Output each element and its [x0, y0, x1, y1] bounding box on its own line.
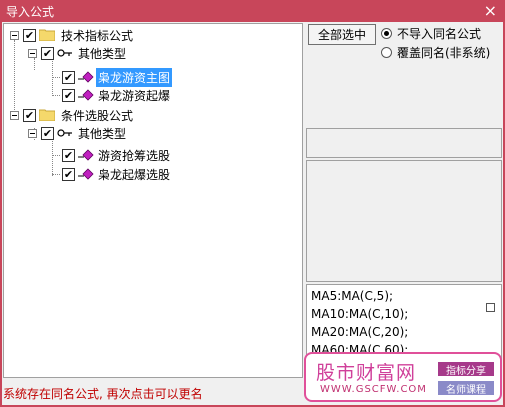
- formula-gem-icon: [78, 168, 94, 180]
- option-overwrite[interactable]: 覆盖同名(非系统): [381, 44, 490, 60]
- formula-gem-icon: [78, 89, 94, 101]
- select-all-button[interactable]: 全部选中: [308, 24, 376, 45]
- radio-button[interactable]: [381, 46, 392, 58]
- folder-icon: [39, 109, 55, 121]
- title-bar: 导入公式 ×: [0, 0, 505, 22]
- option-label: 不导入同名公式: [397, 26, 482, 41]
- tree-connector: [52, 95, 60, 96]
- option-no-import[interactable]: 不导入同名公式: [381, 25, 481, 41]
- tree-node-condition-formulas[interactable]: ✔ 条件选股公式: [10, 106, 135, 124]
- collapse-icon[interactable]: [28, 128, 37, 138]
- small-checkbox[interactable]: [486, 303, 495, 312]
- collapse-icon[interactable]: [28, 48, 37, 58]
- checkbox[interactable]: ✔: [62, 70, 75, 84]
- tree-node-other-types[interactable]: ✔ 其他类型: [28, 44, 128, 62]
- tree-leaf-formula[interactable]: ✔ 游资抢筹选股: [62, 146, 172, 164]
- collapse-icon[interactable]: [10, 30, 19, 40]
- tree-connector: [14, 40, 15, 114]
- tree-node-label: 枭龙游资起爆: [98, 88, 171, 103]
- status-message: 系统存在同名公式, 再次点击可以更名: [3, 387, 203, 401]
- collapse-icon[interactable]: [10, 110, 19, 120]
- checkbox[interactable]: ✔: [23, 108, 36, 122]
- checkbox[interactable]: ✔: [41, 46, 54, 60]
- formula-gem-icon: [78, 149, 94, 161]
- watermark-logo: 股市财富网 WWW.GSCFW.COM 指标分享 名师课程: [304, 352, 502, 402]
- checkbox[interactable]: ✔: [62, 88, 75, 102]
- close-icon[interactable]: ×: [484, 1, 497, 20]
- tree-node-label: 技术指标公式: [61, 28, 134, 43]
- formula-description-area[interactable]: [306, 160, 502, 282]
- checkbox[interactable]: ✔: [62, 167, 75, 181]
- tree-node-label: 其他类型: [78, 126, 127, 141]
- code-line: MA10:MA(C,10);: [311, 307, 409, 321]
- formula-tree[interactable]: ✔ 技术指标公式 ✔ 其他类型 ✔ 枭龙游资主图 ✔ 枭龙游资起爆 ✔ 条件选股…: [3, 23, 303, 378]
- tree-leaf-formula[interactable]: ✔ 枭龙游资主图: [62, 67, 173, 87]
- code-line: MA5:MA(C,5);: [311, 289, 394, 303]
- tree-leaf-formula[interactable]: ✔ 枭龙游资起爆: [62, 86, 172, 104]
- tree-node-label: 其他类型: [78, 46, 127, 61]
- formula-name-field[interactable]: [306, 128, 502, 158]
- option-label: 覆盖同名(非系统): [397, 45, 491, 60]
- key-icon: [57, 49, 72, 57]
- tree-leaf-formula[interactable]: ✔ 枭龙起爆选股: [62, 165, 172, 183]
- tree-node-technical-formulas[interactable]: ✔ 技术指标公式: [10, 26, 135, 44]
- tree-node-label: 条件选股公式: [61, 108, 134, 123]
- tree-connector: [52, 77, 60, 78]
- radio-button[interactable]: [381, 27, 392, 39]
- checkbox[interactable]: ✔: [41, 126, 54, 140]
- watermark-tag: 名师课程: [438, 381, 494, 396]
- key-icon: [57, 129, 72, 137]
- tree-node-label: 枭龙起爆选股: [98, 167, 171, 182]
- watermark-brand: 股市财富网: [316, 362, 417, 384]
- tree-node-other-types[interactable]: ✔ 其他类型: [28, 124, 128, 142]
- tree-connector: [52, 174, 60, 175]
- formula-gem-icon: [78, 71, 94, 83]
- checkbox[interactable]: ✔: [62, 148, 75, 162]
- watermark-url: WWW.GSCFW.COM: [320, 384, 427, 395]
- checkbox[interactable]: ✔: [23, 28, 36, 42]
- window-title: 导入公式: [6, 5, 55, 19]
- tree-connector: [52, 155, 60, 156]
- tree-node-label: 游资抢筹选股: [98, 148, 171, 163]
- watermark-tag: 指标分享: [438, 362, 494, 377]
- code-line: MA20:MA(C,20);: [311, 325, 409, 339]
- window-border-left: [0, 22, 2, 407]
- tree-node-label: 枭龙游资主图: [96, 67, 173, 87]
- folder-icon: [39, 29, 55, 41]
